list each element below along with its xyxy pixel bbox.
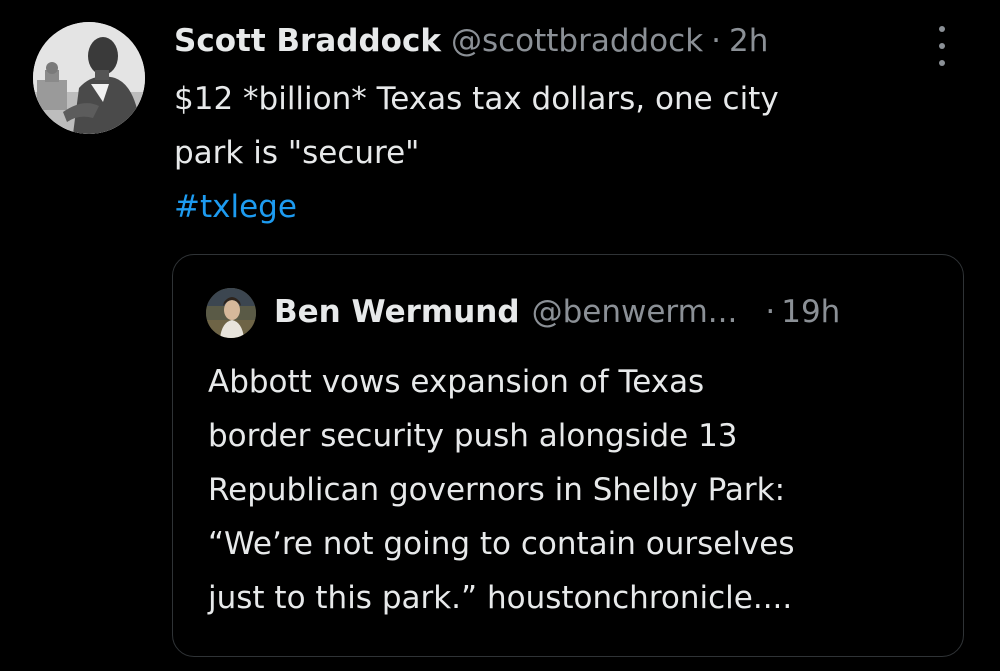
quoted-tweet-timestamp[interactable]: 19h bbox=[781, 294, 840, 330]
quoted-text-line: Republican governors in Shelby Park: bbox=[208, 472, 786, 508]
tweet-text-line: park is "secure" bbox=[174, 135, 420, 171]
tweet-header: Scott Braddock @scottbraddock · 2h bbox=[174, 16, 768, 66]
quoted-tweet-card[interactable]: Ben Wermund @benwerm... · 19h Abbott vow… bbox=[172, 254, 964, 657]
author-handle[interactable]: @scottbraddock bbox=[451, 16, 703, 66]
tweet-text-line: $12 *billion* Texas tax dollars, one cit… bbox=[174, 81, 779, 117]
quoted-text-line: border security push alongside 13 bbox=[208, 418, 738, 454]
quoted-author-name[interactable]: Ben Wermund bbox=[274, 294, 520, 330]
quoted-author-avatar[interactable] bbox=[206, 288, 256, 338]
quoted-text-line: just to this park.” houstonchronicle.... bbox=[208, 580, 793, 616]
quoted-text-line: Abbott vows expansion of Texas bbox=[208, 364, 705, 400]
more-dot bbox=[939, 43, 945, 49]
quoted-header-separator: · bbox=[765, 294, 776, 330]
quoted-tweet-body: Abbott vows expansion of Texas border se… bbox=[208, 355, 948, 625]
tweet-timestamp[interactable]: 2h bbox=[729, 16, 768, 66]
quoted-author-handle[interactable]: @benwerm... bbox=[532, 294, 738, 330]
quoted-tweet-header: Ben Wermund @benwerm... · 19h bbox=[274, 287, 840, 337]
header-separator: · bbox=[711, 23, 722, 59]
more-dot bbox=[939, 60, 945, 66]
author-avatar[interactable] bbox=[33, 22, 145, 134]
hashtag-link[interactable]: #txlege bbox=[174, 180, 934, 234]
quoted-text-line: “We’re not going to contain ourselves bbox=[208, 526, 795, 562]
more-dot bbox=[939, 26, 945, 32]
tweet-body: $12 *billion* Texas tax dollars, one cit… bbox=[174, 72, 934, 234]
more-vertical-icon[interactable] bbox=[928, 26, 956, 66]
tweet[interactable]: Scott Braddock @scottbraddock · 2h $12 *… bbox=[0, 0, 1000, 671]
author-name[interactable]: Scott Braddock bbox=[174, 16, 441, 66]
